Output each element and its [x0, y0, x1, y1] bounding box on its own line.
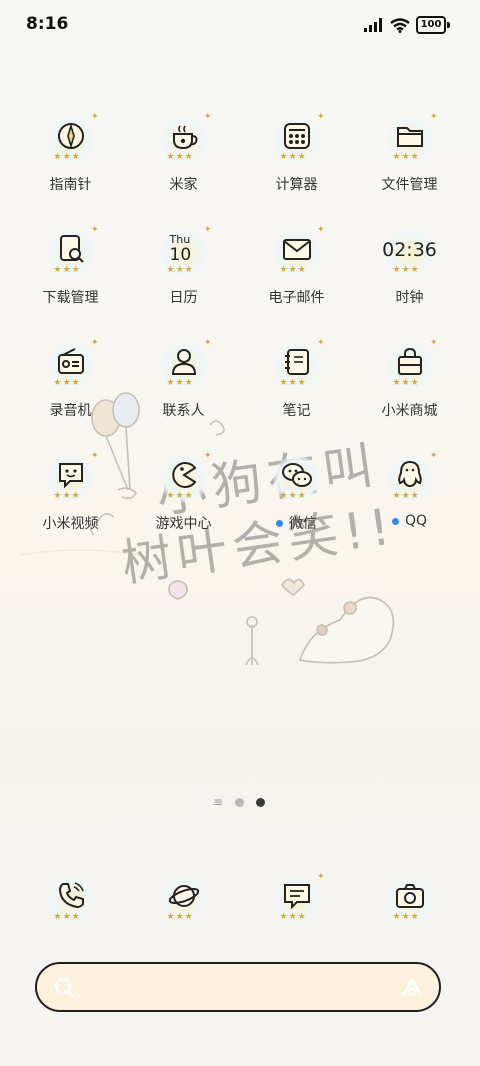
phone-icon: ★★★	[45, 874, 97, 926]
app-wechat[interactable]: ★★★ 微信	[240, 449, 353, 562]
app-compass[interactable]: ★★★ ✦ 指南针	[14, 110, 127, 223]
pacman-icon: ★★★ ✦	[158, 451, 212, 505]
wifi-icon	[390, 17, 410, 33]
clock-time: 02:36	[382, 239, 437, 261]
wechat-icon: ★★★	[271, 453, 323, 505]
app-label: 微信	[289, 516, 317, 532]
penguin-icon: ★★★ ✦	[384, 451, 438, 505]
calendar-date: 10	[169, 245, 192, 265]
page-dot-active	[256, 797, 266, 807]
page-dot	[235, 797, 245, 807]
app-notes[interactable]: ★★★ ✦ 笔记	[240, 336, 353, 449]
page-indicator[interactable]: ≡	[213, 795, 266, 809]
clock-icon: 02:36 ★★★	[382, 227, 437, 279]
app-contacts[interactable]: ★★★ ✦ 联系人	[127, 336, 240, 449]
app-mi-store[interactable]: ★★★ ✦ 小米商城	[353, 336, 466, 449]
app-grid: ★★★✦ 指南针 ★★★✦ 米家 ★★★✦ 计算器 ★★★✦ 文件管理	[14, 110, 466, 562]
app-label: QQ	[404, 513, 428, 529]
download-search-icon: ★★★ ✦	[45, 225, 99, 279]
app-calendar[interactable]: Thu 10 ★★★ ✦ 日历	[127, 223, 240, 336]
app-files[interactable]: ★★★ ✦ 文件管理	[353, 110, 466, 223]
dock: ★★★ ★★★ ★★★ ✦ ★★★	[14, 870, 466, 940]
camera-icon: ★★★	[384, 874, 436, 926]
app-qq[interactable]: ★★★ ✦ QQ	[353, 449, 466, 562]
app-label: 电子邮件	[268, 290, 325, 306]
dock-messages[interactable]: ★★★ ✦	[240, 870, 353, 940]
calculator-icon: ★★★ ✦	[271, 112, 325, 166]
app-label: 录音机	[49, 403, 92, 419]
app-label: 计算器	[275, 177, 318, 193]
app-download-manager[interactable]: ★★★ ✦ 下载管理	[14, 223, 127, 336]
app-label: 指南针	[49, 177, 92, 193]
radio-recorder-icon: ★★★ ✦	[45, 338, 99, 392]
planet-browser-icon: ★★★	[158, 874, 210, 926]
coffee-cup-icon: ★★★ ✦	[158, 112, 212, 166]
app-calculator[interactable]: ★★★ ✦ 计算器	[240, 110, 353, 223]
status-time: 8:16	[26, 14, 69, 34]
mail-icon: ★★★ ✦	[271, 225, 325, 279]
app-label: 小米商城	[381, 403, 438, 419]
app-clock[interactable]: 02:36 ★★★ 时钟	[353, 223, 466, 336]
xiaoai-assistant-icon[interactable]	[399, 976, 425, 1000]
app-game-center[interactable]: ★★★ ✦ 游戏中心	[127, 449, 240, 562]
notebook-icon: ★★★ ✦	[271, 338, 325, 392]
signal-icon	[364, 18, 382, 32]
dock-browser[interactable]: ★★★	[127, 870, 240, 940]
app-label: 时钟	[395, 290, 424, 306]
message-icon: ★★★ ✦	[271, 872, 325, 926]
status-bar: 8:16 100	[0, 0, 480, 50]
calendar-icon: Thu 10 ★★★ ✦	[158, 225, 212, 279]
notification-dot	[391, 517, 399, 525]
app-label-row: 微信	[276, 513, 317, 533]
notification-dot	[276, 519, 283, 527]
dock-phone[interactable]: ★★★	[14, 870, 127, 940]
app-email[interactable]: ★★★ ✦ 电子邮件	[240, 223, 353, 336]
app-mijia[interactable]: ★★★ ✦ 米家	[127, 110, 240, 223]
app-mi-video[interactable]: ★★★ ✦ 小米视频	[14, 449, 127, 562]
person-icon: ★★★ ✦	[158, 338, 212, 392]
app-label: 笔记	[282, 403, 311, 419]
app-label: 小米视频	[42, 516, 99, 532]
dock-camera[interactable]: ★★★	[353, 870, 466, 940]
video-chat-icon: ★★★ ✦	[45, 451, 99, 505]
search-bar[interactable]	[35, 962, 441, 1012]
app-label: 日历	[169, 290, 198, 306]
app-label: 联系人	[162, 403, 205, 419]
battery-icon: 100	[416, 16, 450, 34]
app-label: 下载管理	[42, 290, 99, 306]
folder-icon: ★★★ ✦	[384, 112, 438, 166]
status-icons: 100	[364, 16, 450, 34]
compass-icon: ★★★ ✦	[45, 112, 99, 166]
battery-level: 100	[416, 16, 446, 34]
app-label-row: QQ	[391, 513, 428, 529]
shopping-bag-icon: ★★★ ✦	[384, 338, 438, 392]
app-label: 文件管理	[381, 177, 438, 193]
app-recorder[interactable]: ★★★ ✦ 录音机	[14, 336, 127, 449]
app-label: 米家	[169, 177, 198, 193]
search-icon	[54, 977, 75, 998]
app-label: 游戏中心	[155, 516, 212, 532]
page-list-icon: ≡	[213, 795, 224, 809]
